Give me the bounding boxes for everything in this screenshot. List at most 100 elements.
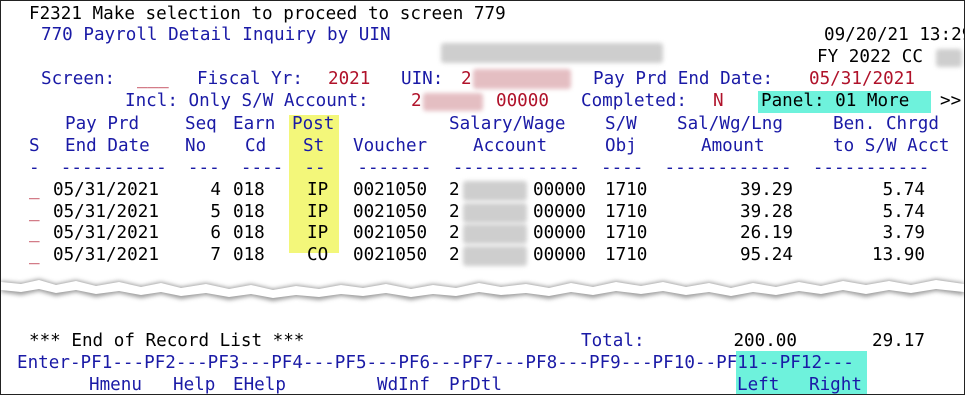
col-header-ben-chrgd: Ben. Chrgd bbox=[833, 114, 939, 134]
incl-account-label: Incl: Only S/W Account: bbox=[125, 91, 369, 111]
uin-value[interactable]: 2 bbox=[461, 69, 472, 91]
fiscal-year-cc: FY 2022 CC bbox=[817, 47, 923, 67]
row-ben-chrgd: 3.79 bbox=[882, 223, 925, 243]
row-post-status: IP bbox=[307, 223, 329, 243]
pf-label-left[interactable]: Left bbox=[737, 375, 779, 394]
header-separator: - ---------- --- ---- -- ------- -------… bbox=[29, 158, 930, 178]
row-account-prefix: 2 bbox=[449, 201, 460, 222]
screen-input[interactable]: ___ bbox=[137, 69, 169, 91]
panel-indicator[interactable]: Panel: 01 More bbox=[761, 91, 909, 113]
message-line: F2321 Make selection to proceed to scree… bbox=[29, 4, 506, 24]
col-header-sal-wg-lng: Sal/Wg/Lng bbox=[677, 114, 783, 134]
row-account-suffix: 00000 bbox=[533, 180, 586, 200]
col-header-end-date: End Date bbox=[65, 136, 150, 156]
col-header-st: St bbox=[303, 136, 325, 156]
row-end-date: 05/31/2021 bbox=[53, 180, 159, 200]
row-sw-obj: 1710 bbox=[605, 223, 648, 243]
row-end-date: 05/31/2021 bbox=[53, 223, 159, 243]
screen-label: Screen: bbox=[41, 69, 116, 89]
pf-key-12[interactable]: --PF12--- bbox=[758, 353, 853, 373]
row-seq-no: 5 bbox=[210, 201, 221, 222]
pf-label-ehelp[interactable]: EHelp bbox=[233, 375, 286, 394]
pf-label-help[interactable]: Help bbox=[173, 375, 215, 394]
col-header-no: No bbox=[185, 136, 207, 156]
col-header-s: S bbox=[29, 136, 40, 156]
completed-label: Completed: bbox=[581, 91, 687, 111]
pay-prd-end-value[interactable]: 05/31/2021 bbox=[809, 69, 915, 91]
row-amount: 39.29 bbox=[740, 180, 793, 200]
end-of-record-list: *** End of Record List *** bbox=[29, 331, 305, 351]
col-header-amount: Amount bbox=[701, 136, 765, 156]
row-voucher: 0021050 bbox=[353, 201, 428, 222]
row-end-date: 05/31/2021 bbox=[53, 201, 159, 222]
pf-label-right[interactable]: Right bbox=[809, 375, 862, 394]
col-header-to-sw-acct: to S/W Acct bbox=[833, 136, 950, 156]
redacted-account bbox=[463, 202, 527, 223]
completed-value[interactable]: N bbox=[713, 91, 724, 113]
row-ben-chrgd: 5.74 bbox=[882, 201, 925, 222]
row-account-prefix: 2 bbox=[449, 223, 460, 243]
row-select-input[interactable]: _ bbox=[29, 180, 43, 202]
more-arrows[interactable]: >> bbox=[940, 91, 961, 113]
col-header-seq: Seq bbox=[185, 114, 217, 134]
row-seq-no: 4 bbox=[210, 180, 221, 200]
col-header-post: Post bbox=[292, 114, 335, 134]
row-sw-obj: 1710 bbox=[605, 244, 648, 265]
uin-label: UIN: bbox=[401, 69, 444, 89]
pf-key-bar: Enter-PF1---PF2---PF3---PF4---PF5---PF6-… bbox=[17, 353, 854, 375]
pf-keys-1-9[interactable]: Enter-PF1---PF2---PF3---PF4---PF5---PF6-… bbox=[17, 353, 653, 373]
total-label: Total: bbox=[581, 331, 645, 351]
row-earn-cd: 018 bbox=[233, 201, 265, 222]
col-header-account: Account bbox=[473, 136, 548, 156]
incl-account-prefix[interactable]: 2 bbox=[411, 91, 422, 113]
screen-title: 770 Payroll Detail Inquiry by UIN bbox=[41, 25, 391, 45]
row-amount: 95.24 bbox=[740, 244, 793, 265]
row-sw-obj: 1710 bbox=[605, 201, 648, 222]
row-account-prefix: 2 bbox=[449, 180, 460, 200]
row-seq-no: 7 bbox=[210, 244, 221, 265]
redacted-incl-account bbox=[423, 93, 483, 111]
pf-keys-10-11[interactable]: PF10--PF11 bbox=[653, 353, 759, 373]
col-header-salary-wage: Salary/Wage bbox=[449, 114, 566, 134]
row-post-status: IP bbox=[307, 180, 329, 200]
col-header-cd: Cd bbox=[245, 136, 267, 156]
row-post-status: IP bbox=[307, 201, 329, 222]
terminal-screen: F2321 Make selection to proceed to scree… bbox=[0, 0, 965, 395]
row-earn-cd: 018 bbox=[233, 223, 265, 243]
row-account-suffix: 00000 bbox=[533, 201, 586, 222]
row-ben-chrgd: 13.90 bbox=[872, 244, 925, 265]
row-ben-chrgd: 5.74 bbox=[882, 180, 925, 200]
datetime: 09/20/21 13:29 bbox=[824, 25, 965, 45]
total-amount: 200.00 bbox=[733, 331, 797, 351]
row-seq-no: 6 bbox=[210, 223, 221, 243]
row-earn-cd: 018 bbox=[233, 180, 265, 200]
incl-account-suffix[interactable]: 00000 bbox=[496, 91, 549, 113]
redacted-name bbox=[441, 43, 663, 63]
row-account-prefix: 2 bbox=[449, 244, 460, 265]
row-post-status: CO bbox=[307, 244, 329, 265]
row-account-suffix: 00000 bbox=[533, 244, 586, 265]
total-benefits: 29.17 bbox=[872, 331, 925, 351]
row-amount: 26.19 bbox=[740, 223, 793, 243]
row-voucher: 0021050 bbox=[353, 223, 428, 243]
col-header-sw: S/W bbox=[605, 114, 637, 134]
col-header-pay-prd: Pay Prd bbox=[65, 114, 140, 134]
row-earn-cd: 018 bbox=[233, 244, 265, 265]
torn-edge-graphic bbox=[1, 279, 964, 301]
row-voucher: 0021050 bbox=[353, 180, 428, 200]
redacted-account bbox=[463, 224, 527, 244]
pf-label-hmenu[interactable]: Hmenu bbox=[89, 375, 142, 394]
row-amount: 39.28 bbox=[740, 201, 793, 222]
fiscal-yr-label: Fiscal Yr: bbox=[197, 69, 303, 89]
row-select-input[interactable]: _ bbox=[29, 245, 43, 267]
pf-label-wdinf[interactable]: WdInf bbox=[377, 375, 430, 394]
row-select-input[interactable]: _ bbox=[29, 223, 43, 245]
col-header-voucher: Voucher bbox=[353, 136, 428, 156]
row-select-input[interactable]: _ bbox=[29, 202, 43, 224]
col-header-earn: Earn bbox=[233, 114, 276, 134]
fiscal-yr-value[interactable]: 2021 bbox=[328, 69, 370, 91]
pay-prd-end-label: Pay Prd End Date: bbox=[593, 69, 774, 89]
pf-label-prdtl[interactable]: PrDtl bbox=[449, 375, 502, 394]
redacted-account bbox=[463, 245, 527, 266]
redacted-account bbox=[463, 181, 527, 201]
